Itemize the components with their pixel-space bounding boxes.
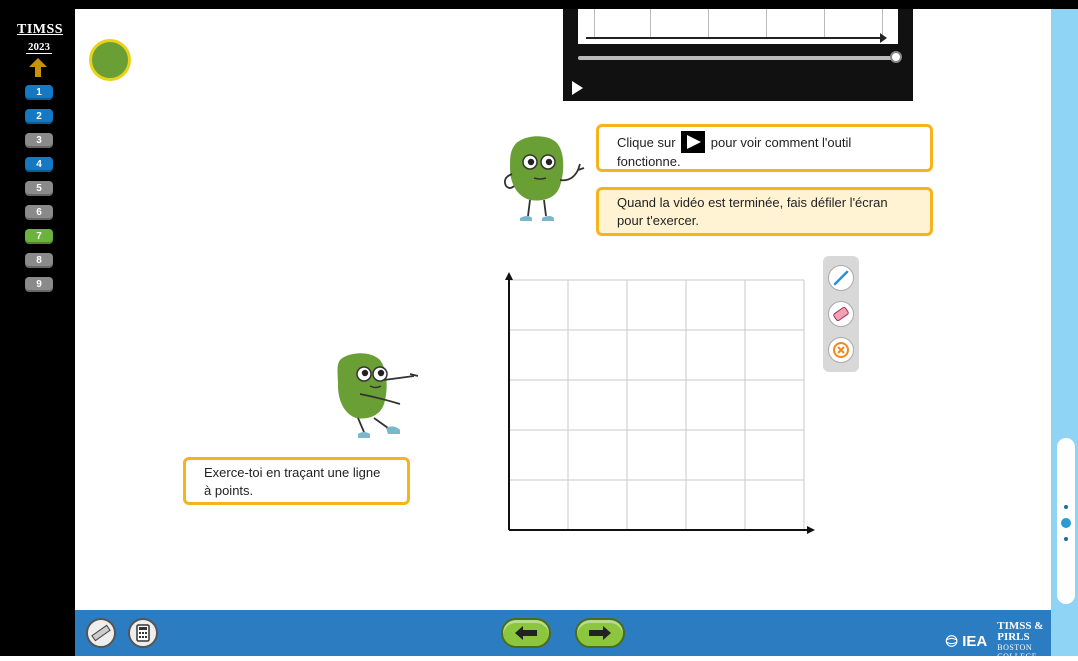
mascot-character-pointing — [337, 353, 419, 438]
top-strip — [0, 0, 1078, 9]
drawing-toolbar — [823, 256, 859, 372]
instruction-click-play: Clique sur pour voir comment l'outil fon… — [596, 124, 933, 172]
logo-title: TIMSS — [17, 22, 64, 37]
calculator-icon — [136, 624, 150, 642]
drawing-grid[interactable] — [505, 272, 815, 537]
question-button[interactable]: 9 — [25, 277, 53, 292]
bottom-toolbar: IEA TIMSS & PIRLS BOSTON COLLEGE — [75, 610, 1051, 661]
ruler-button[interactable] — [86, 618, 116, 648]
question-sidebar — [0, 9, 75, 656]
question-button[interactable]: 8 — [25, 253, 53, 268]
eraser-icon[interactable] — [828, 301, 854, 327]
play-icon[interactable] — [572, 81, 583, 95]
logo-year: 2023 — [26, 41, 52, 54]
timss-logo: TIMSS 2023 — [17, 22, 64, 55]
instruction-scroll: Quand la vidéo est terminée, fais défile… — [596, 187, 933, 236]
scroll-dot — [1064, 537, 1068, 541]
brand-line1: TIMSS & PIRLS — [997, 620, 1044, 643]
question-button[interactable]: 3 — [25, 133, 53, 148]
brand-line2: BOSTON COLLEGE — [997, 643, 1038, 661]
question-button[interactable]: 2 — [25, 109, 53, 124]
question-button[interactable]: 7 — [25, 229, 53, 244]
iea-label: IEA — [962, 632, 988, 650]
question-button[interactable]: 1 — [25, 85, 53, 100]
previous-button[interactable] — [501, 618, 551, 648]
calculator-button[interactable] — [128, 618, 158, 648]
arrow-up-icon[interactable] — [26, 56, 50, 78]
ruler-icon — [91, 624, 111, 642]
question-button[interactable]: 5 — [25, 181, 53, 196]
video-frame — [578, 9, 898, 44]
pencil-icon[interactable] — [828, 265, 854, 291]
instruction-practice-text: Exerce-toi en traçant une ligne à points… — [204, 465, 381, 498]
status-indicator — [89, 39, 131, 81]
iea-brand: IEA TIMSS & PIRLS BOSTON COLLEGE — [945, 621, 1051, 661]
video-progress-track[interactable] — [578, 56, 898, 60]
iea-globe-icon — [945, 635, 958, 647]
next-button[interactable] — [575, 618, 625, 648]
arrow-right-icon — [589, 626, 611, 640]
arrow-left-icon — [515, 626, 537, 640]
instruction-practice: Exerce-toi en traçant une ligne à points… — [183, 457, 410, 505]
instruction-click-prefix: Clique sur — [617, 135, 676, 150]
question-button[interactable]: 6 — [25, 205, 53, 220]
clear-icon[interactable] — [828, 337, 854, 363]
instruction-scroll-text: Quand la vidéo est terminée, fais défile… — [617, 195, 888, 228]
play-button-icon — [681, 131, 706, 153]
scroll-knob[interactable] — [1059, 516, 1073, 530]
video-player — [563, 9, 913, 101]
mascot-character — [503, 136, 585, 221]
video-progress-knob[interactable] — [890, 51, 902, 63]
scroll-dot — [1064, 505, 1068, 509]
question-button[interactable]: 4 — [25, 157, 53, 172]
